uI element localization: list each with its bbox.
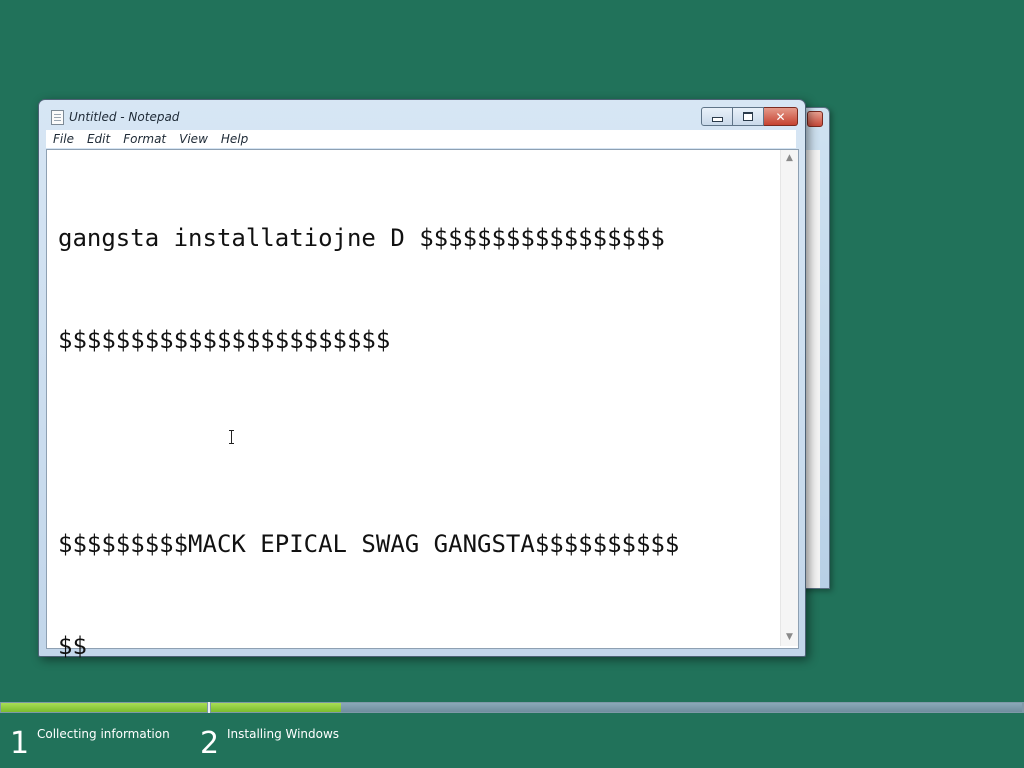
window-title: Untitled - Notepad xyxy=(69,110,180,124)
menu-file[interactable]: File xyxy=(46,132,80,146)
text-line: $$$$$$$$$MACK EPICAL SWAG GANGSTA$$$$$$$… xyxy=(58,530,680,558)
close-icon: ✕ xyxy=(775,109,786,124)
text-line xyxy=(58,425,778,459)
text-line: $$$$$$$$$$$$$$$$$$$$$$$ xyxy=(58,326,391,354)
vertical-scrollbar[interactable]: ▲ ▼ xyxy=(780,150,798,646)
setup-progress-bar xyxy=(0,702,1024,713)
caption-buttons: ✕ xyxy=(701,107,798,126)
text-area-frame: gangsta installatiojne D $$$$$$$$$$$$$$$… xyxy=(46,149,799,660)
menu-format[interactable]: Format xyxy=(116,132,172,146)
step-number: 2 xyxy=(200,726,220,761)
text-line: gangsta installatiojne D $$$$$$$$$$$$$$$… xyxy=(58,224,665,252)
text-line: $$ xyxy=(58,632,87,660)
background-window-client xyxy=(805,150,820,588)
progress-divider xyxy=(208,702,210,713)
menu-bar: File Edit Format View Help xyxy=(46,130,796,148)
progress-step2-fill xyxy=(211,703,341,712)
close-button[interactable]: ✕ xyxy=(764,107,798,126)
step-number: 1 xyxy=(10,726,30,761)
notepad-titlebar[interactable]: Untitled - Notepad ✕ xyxy=(39,100,805,128)
step-label: Installing Windows xyxy=(227,727,340,741)
setup-background: Untitled - Notepad ✕ File Edit Format Vi… xyxy=(0,0,1024,768)
menu-view[interactable]: View xyxy=(172,132,214,146)
progress-step2-remaining xyxy=(341,703,1022,712)
notepad-icon[interactable] xyxy=(51,110,64,125)
step-label: Collecting information xyxy=(37,727,170,741)
text-editor[interactable]: gangsta installatiojne D $$$$$$$$$$$$$$$… xyxy=(58,150,778,660)
notepad-window[interactable]: Untitled - Notepad ✕ File Edit Format Vi… xyxy=(38,99,806,660)
progress-step1-fill xyxy=(1,703,207,712)
scroll-down-icon[interactable]: ▼ xyxy=(785,633,794,642)
background-window-close-icon[interactable] xyxy=(807,111,823,127)
maximize-icon xyxy=(743,112,753,121)
text-cursor-icon xyxy=(229,430,234,444)
minimize-icon xyxy=(711,117,723,122)
maximize-button[interactable] xyxy=(733,107,764,126)
menu-edit[interactable]: Edit xyxy=(80,132,116,146)
scroll-up-icon[interactable]: ▲ xyxy=(785,154,794,163)
menu-help[interactable]: Help xyxy=(214,132,254,146)
minimize-button[interactable] xyxy=(701,107,733,126)
